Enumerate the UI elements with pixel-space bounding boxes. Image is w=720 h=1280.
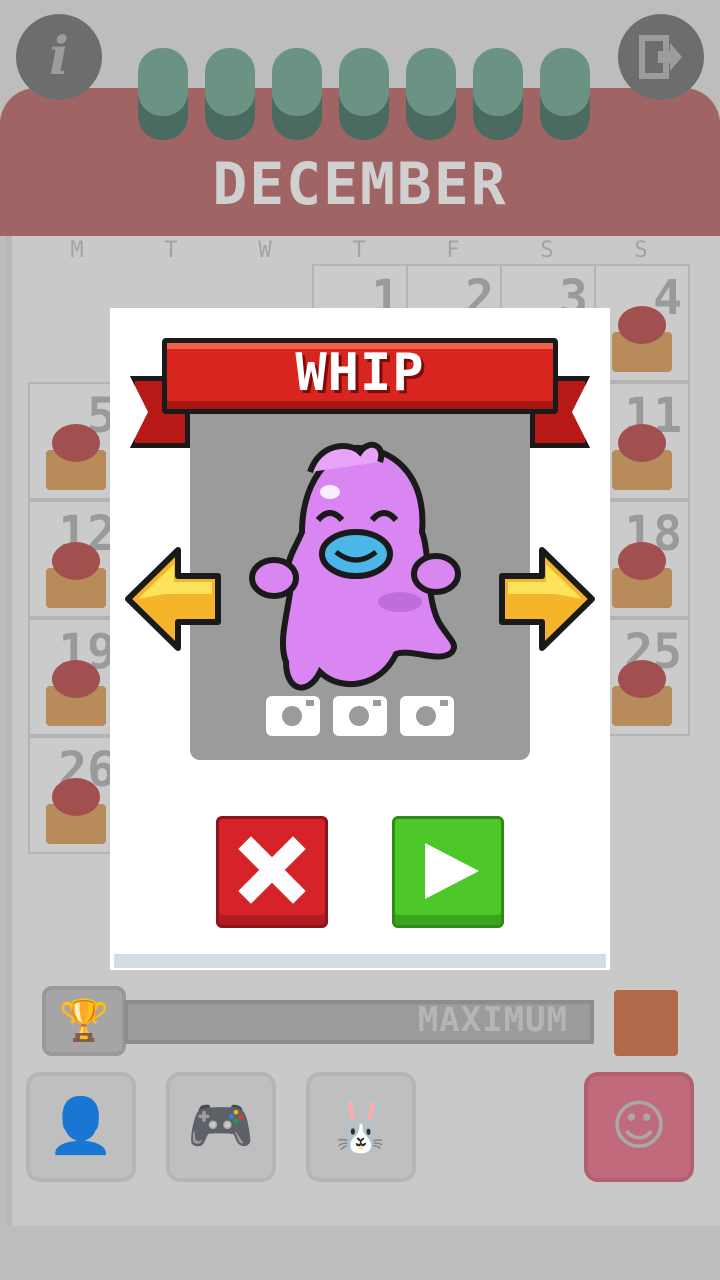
progress-bar: MAXIMUM bbox=[124, 1000, 594, 1044]
modal-footer-strip bbox=[114, 954, 606, 968]
play-icon bbox=[425, 843, 479, 899]
play-button[interactable] bbox=[392, 816, 504, 928]
cake-icon bbox=[612, 660, 672, 726]
bunny-button[interactable]: 🐰 bbox=[306, 1072, 416, 1182]
bunny-icon: 🐰 bbox=[327, 1094, 395, 1157]
photo-slot-icon bbox=[266, 696, 320, 736]
face-icon: ☺ bbox=[610, 1094, 668, 1157]
weekday-label: T bbox=[164, 238, 178, 263]
photo-slot-icon bbox=[400, 696, 454, 736]
cake-icon bbox=[612, 542, 672, 608]
photo-slot-icon bbox=[333, 696, 387, 736]
weekday-label: M bbox=[70, 238, 84, 263]
weekday-label: S bbox=[540, 238, 554, 263]
arrow-left-icon bbox=[125, 547, 221, 651]
progress-label: MAXIMUM bbox=[417, 1000, 568, 1040]
month-title: DECEMBER bbox=[212, 150, 508, 218]
character-button[interactable]: ☺ bbox=[584, 1072, 694, 1182]
trophy-icon: 🏆 bbox=[42, 986, 126, 1056]
exit-button[interactable] bbox=[618, 14, 704, 100]
gamepad-icon: 🎮 bbox=[187, 1094, 255, 1157]
gift-icon[interactable] bbox=[614, 990, 678, 1056]
profile-icon: 👤 bbox=[47, 1094, 115, 1157]
exit-icon bbox=[639, 35, 682, 79]
cake-icon bbox=[612, 424, 672, 490]
weekday-label: S bbox=[634, 238, 648, 263]
character-name: WHIP bbox=[295, 343, 425, 403]
cake-icon bbox=[46, 778, 106, 844]
weekday-label: W bbox=[258, 238, 272, 263]
profile-button[interactable]: 👤 bbox=[26, 1072, 136, 1182]
close-button[interactable] bbox=[216, 816, 328, 928]
close-icon bbox=[238, 836, 306, 904]
calendar-ring bbox=[473, 48, 523, 140]
calendar-ring bbox=[339, 48, 389, 140]
weekday-label: T bbox=[352, 238, 366, 263]
previous-character-button[interactable] bbox=[124, 544, 222, 654]
cake-icon bbox=[46, 424, 106, 490]
calendar-ring bbox=[205, 48, 255, 140]
weekday-label: F bbox=[446, 238, 460, 263]
games-button[interactable]: 🎮 bbox=[166, 1072, 276, 1182]
calendar-ring bbox=[406, 48, 456, 140]
info-button[interactable]: i bbox=[16, 14, 102, 100]
cake-icon bbox=[612, 306, 672, 372]
arrow-right-icon bbox=[499, 547, 595, 651]
cake-icon bbox=[46, 542, 106, 608]
info-icon: i bbox=[49, 26, 69, 87]
calendar-ring bbox=[272, 48, 322, 140]
calendar-ring bbox=[540, 48, 590, 140]
next-character-button[interactable] bbox=[498, 544, 596, 654]
cake-icon bbox=[46, 660, 106, 726]
calendar-ring bbox=[138, 48, 188, 140]
